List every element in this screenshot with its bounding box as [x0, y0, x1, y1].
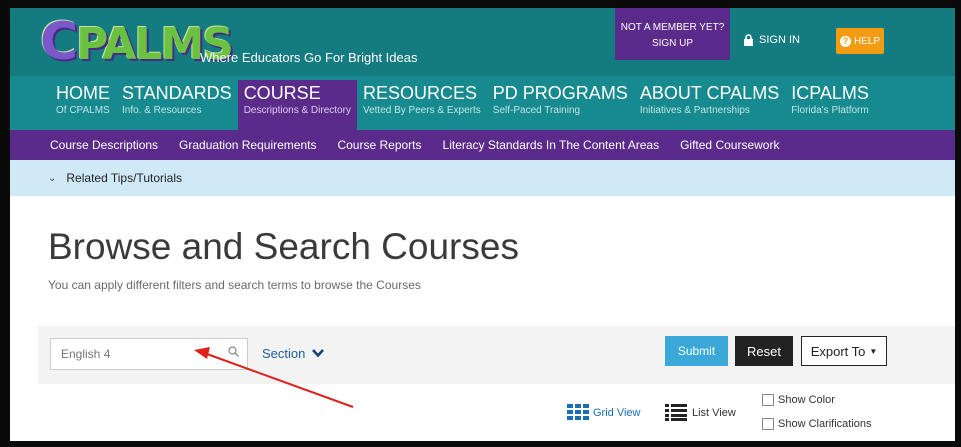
nav-subtitle: Descriptions & Directory [243, 105, 351, 116]
sign-in-label: SIGN IN [759, 34, 800, 46]
signup-line: SIGN UP [651, 38, 694, 49]
show-clarifications-checkbox[interactable]: Show Clarifications [762, 418, 872, 430]
page-subtitle: You can apply different filters and sear… [48, 278, 421, 292]
main-nav: HOME Of CPALMS STANDARDS Info. & Resourc… [50, 80, 875, 130]
tips-label: Related Tips/Tutorials [66, 171, 182, 185]
nav-title: COURSE [243, 83, 321, 103]
grid-view-label: Grid View [593, 406, 641, 419]
search-box [50, 338, 248, 370]
nav-course[interactable]: COURSE Descriptions & Directory [237, 80, 357, 130]
search-input[interactable] [51, 339, 231, 369]
nav-standards[interactable]: STANDARDS Info. & Resources [116, 80, 238, 130]
subnav-course-reports[interactable]: Course Reports [337, 138, 421, 152]
subnav-graduation-requirements[interactable]: Graduation Requirements [179, 138, 316, 152]
lock-icon [744, 34, 753, 46]
nav-title: HOME [56, 83, 110, 103]
checkbox-box[interactable] [762, 418, 774, 430]
page-title: Browse and Search Courses [48, 226, 519, 267]
signup-button[interactable]: NOT A MEMBER YET? SIGN UP [615, 8, 730, 60]
nav-title: ICPALMS [791, 83, 869, 103]
nav-subtitle: Self-Paced Training [492, 105, 581, 116]
subnav-gifted-coursework[interactable]: Gifted Coursework [680, 138, 779, 152]
nav-home[interactable]: HOME Of CPALMS [50, 80, 116, 130]
nav-about[interactable]: ABOUT CPALMS Initiatives & Partnerships [634, 80, 785, 130]
show-clarifications-label: Show Clarifications [778, 418, 872, 430]
export-label: Export To [810, 343, 866, 359]
list-view-button[interactable]: List View [665, 404, 736, 421]
page: CPALMS Where Educators Go For Bright Ide… [10, 8, 955, 441]
sign-in-link[interactable]: SIGN IN [743, 34, 800, 46]
nav-subtitle: Of CPALMS [56, 105, 110, 116]
section-dropdown[interactable]: Section [262, 346, 325, 361]
grid-view-icon [567, 404, 589, 420]
list-view-icon [665, 404, 687, 421]
help-icon: ? [839, 35, 851, 47]
subnav-course-descriptions[interactable]: Course Descriptions [50, 138, 158, 152]
search-toolbar: Section Submit Reset Export To ▼ [38, 326, 955, 384]
help-button[interactable]: ? HELP [836, 28, 884, 54]
show-color-label: Show Color [778, 394, 835, 406]
export-dropdown-button[interactable]: Export To ▼ [801, 336, 887, 366]
related-tips-toggle[interactable]: ⌄ Related Tips/Tutorials [10, 160, 955, 196]
tagline: Where Educators Go For Bright Ideas [200, 50, 418, 65]
submit-button[interactable]: Submit [665, 336, 728, 366]
grid-view-button[interactable]: Grid View [567, 404, 640, 421]
section-label: Section [262, 346, 306, 361]
nav-subtitle: Vetted By Peers & Experts [362, 105, 481, 116]
site-header: CPALMS Where Educators Go For Bright Ide… [10, 8, 955, 130]
list-view-label: List View [692, 406, 736, 419]
nav-pd-programs[interactable]: PD PROGRAMS Self-Paced Training [487, 80, 634, 130]
caret-down-icon: ▼ [869, 346, 878, 356]
nav-title: PD PROGRAMS [492, 83, 628, 103]
member-line: NOT A MEMBER YET? [620, 22, 725, 33]
nav-resources[interactable]: RESOURCES Vetted By Peers & Experts [357, 80, 487, 130]
nav-subtitle: Florida's Platform [791, 105, 869, 116]
reset-button[interactable]: Reset [735, 336, 793, 366]
nav-title: ABOUT CPALMS [639, 83, 780, 103]
chevron-down-icon [312, 349, 325, 358]
subnav-literacy-standards[interactable]: Literacy Standards In The Content Areas [443, 138, 660, 152]
checkbox-box[interactable] [762, 394, 774, 406]
help-label: HELP [853, 35, 881, 47]
show-color-checkbox[interactable]: Show Color [762, 394, 835, 406]
nav-subtitle: Initiatives & Partnerships [639, 105, 750, 116]
search-icon[interactable] [228, 346, 239, 357]
nav-title: STANDARDS [122, 83, 232, 103]
nav-subtitle: Info. & Resources [122, 105, 202, 116]
nav-icpalms[interactable]: ICPALMS Florida's Platform [785, 80, 875, 130]
chevron-down-icon: ⌄ [48, 172, 57, 184]
nav-title: RESOURCES [362, 83, 477, 103]
course-subnav: Course Descriptions Graduation Requireme… [10, 130, 955, 160]
